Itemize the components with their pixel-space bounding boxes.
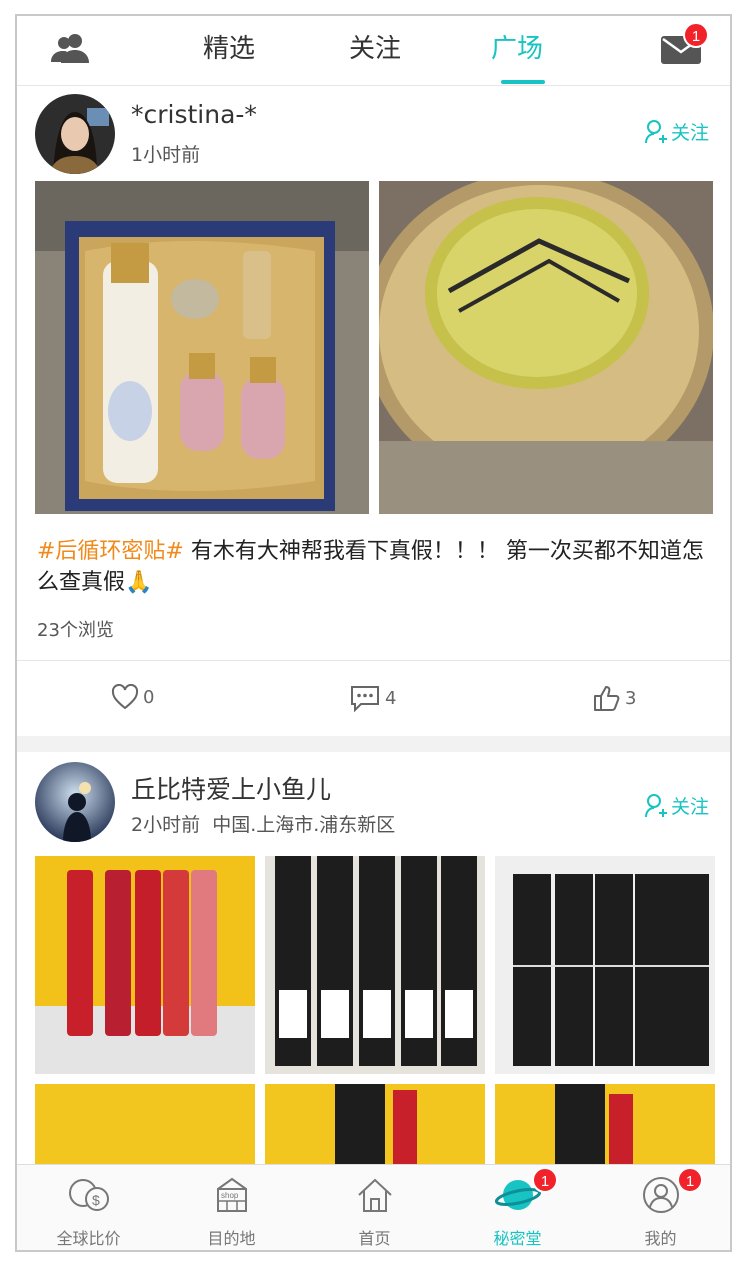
view-count: 23个浏览 <box>37 620 114 641</box>
hashtag-link[interactable]: #后循环密贴# <box>37 539 184 564</box>
post-card[interactable]: 丘比特爱上小鱼儿 2小时前 中国.上海市.浦东新区 关注 <box>17 752 730 1168</box>
bottom-nav-destination[interactable]: shop 目的地 <box>160 1165 303 1250</box>
post-time-text: 2小时前 <box>131 814 201 836</box>
home-icon <box>357 1178 392 1212</box>
bottom-nav-label: 秘密堂 <box>493 1229 542 1248</box>
post-photo[interactable] <box>35 181 369 514</box>
follow-label: 关注 <box>671 796 710 818</box>
follow-button[interactable]: 关注 <box>645 792 709 819</box>
friends-icon[interactable] <box>51 32 91 64</box>
profile-badge: 1 <box>677 1167 703 1193</box>
post-photo[interactable] <box>265 1084 485 1168</box>
price-compare-icon: $ <box>68 1179 109 1211</box>
tab-featured[interactable]: 精选 <box>203 28 255 65</box>
thumbs-up-button[interactable]: 3 <box>593 684 636 712</box>
add-user-icon <box>645 793 667 817</box>
secret-hall-badge: 1 <box>532 1167 558 1193</box>
post-photo[interactable] <box>495 856 715 1074</box>
top-nav: 精选 关注 广场 1 <box>17 16 730 86</box>
bottom-nav-label: 全球比价 <box>56 1229 121 1248</box>
bottom-nav: $ 全球比价 shop 目的地 首页 1 秘密堂 1 我的 <box>17 1164 730 1250</box>
post-card[interactable]: *cristina-* 1小时前 关注 #后循环密贴# 有木有大神帮我看下真假！… <box>17 86 730 736</box>
avatar[interactable] <box>35 94 115 174</box>
post-photo[interactable] <box>379 181 713 514</box>
bottom-nav-label: 首页 <box>358 1229 391 1248</box>
comment-count: 4 <box>385 687 397 709</box>
feed[interactable]: *cristina-* 1小时前 关注 #后循环密贴# 有木有大神帮我看下真假！… <box>17 86 730 1168</box>
post-location: 中国.上海市.浦东新区 <box>212 814 396 836</box>
bottom-nav-home[interactable]: 首页 <box>303 1165 446 1250</box>
mail-badge: 1 <box>683 22 709 48</box>
post-text: #后循环密贴# 有木有大神帮我看下真假！！！ 第一次买都不知道怎么查真假🙏 <box>37 536 717 598</box>
app-frame: 精选 关注 广场 1 *cristina-* 1小时前 关注 #后循环密贴# 有… <box>15 14 732 1252</box>
svg-text:shop: shop <box>221 1191 239 1200</box>
profile-icon <box>642 1177 679 1213</box>
bottom-nav-label: 我的 <box>644 1229 677 1248</box>
shop-icon: shop <box>216 1177 247 1212</box>
bottom-nav-profile[interactable]: 1 我的 <box>589 1165 730 1250</box>
post-photo[interactable] <box>265 856 485 1074</box>
comment-icon <box>351 686 379 712</box>
heart-icon <box>111 684 139 710</box>
tab-square[interactable]: 广场 <box>491 28 543 65</box>
like-count: 0 <box>143 686 155 708</box>
post-photo[interactable] <box>35 856 255 1074</box>
thumbs-up-count: 3 <box>625 687 637 709</box>
post-time: 2小时前 中国.上海市.浦东新区 <box>131 810 395 837</box>
bottom-nav-price-compare[interactable]: $ 全球比价 <box>17 1165 160 1250</box>
post-photo[interactable] <box>495 1084 715 1168</box>
bottom-nav-secret-hall[interactable]: 1 秘密堂 <box>446 1165 589 1250</box>
comment-button[interactable]: 4 <box>349 684 396 712</box>
svg-text:$: $ <box>92 1192 100 1208</box>
like-button[interactable]: 0 <box>111 684 154 710</box>
follow-label: 关注 <box>671 122 710 144</box>
active-tab-indicator <box>501 80 545 84</box>
post-time: 1小时前 <box>131 144 201 166</box>
post-photo[interactable] <box>35 1084 255 1168</box>
tab-following[interactable]: 关注 <box>349 28 401 65</box>
bottom-nav-label: 目的地 <box>207 1229 256 1248</box>
add-user-icon <box>645 119 667 143</box>
follow-button[interactable]: 关注 <box>645 118 709 145</box>
divider <box>17 660 730 661</box>
author-name[interactable]: *cristina-* <box>131 100 257 129</box>
thumbs-up-icon <box>594 686 620 711</box>
avatar[interactable] <box>35 762 115 842</box>
author-name[interactable]: 丘比特爱上小鱼儿 <box>131 770 331 806</box>
